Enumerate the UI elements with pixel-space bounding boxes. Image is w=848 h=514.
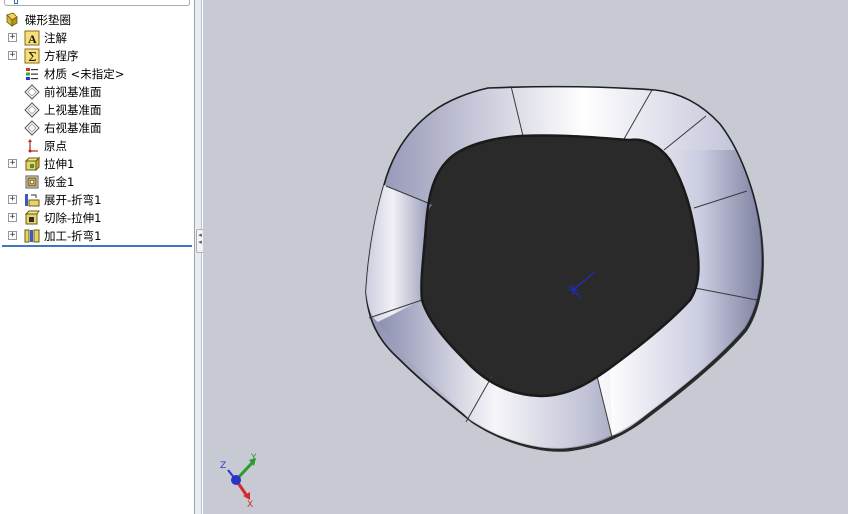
washer-model[interactable] — [365, 85, 764, 452]
tree-item-fold-bend1[interactable]: + 加工-折弯1 — [0, 227, 190, 245]
tree-item-label: 右视基准面 — [44, 121, 102, 135]
extrude-icon — [24, 156, 40, 172]
part-icon — [6, 12, 18, 27]
unfold-icon — [25, 194, 40, 207]
model-view[interactable]: Z Y X — [203, 0, 848, 514]
tree-item-label: 拉伸1 — [44, 157, 75, 171]
sheet-metal-icon — [25, 175, 39, 189]
expand-toggle[interactable]: + — [8, 213, 17, 222]
filter-box[interactable] — [4, 0, 190, 6]
axis-triad: Z Y X — [220, 453, 257, 510]
tree-item-label: 加工-折弯1 — [44, 229, 102, 243]
tree-item-label: 切除-拉伸1 — [44, 211, 102, 225]
triad-y-label: Y — [250, 453, 257, 463]
expand-toggle[interactable]: + — [8, 195, 17, 204]
tree-item-label: 前视基准面 — [44, 85, 102, 99]
pin-icon — [14, 0, 18, 4]
tree-item-label: 原点 — [44, 139, 67, 153]
plane-icon — [24, 84, 40, 100]
plane-icon — [24, 102, 40, 118]
expand-toggle[interactable]: + — [8, 231, 17, 240]
tree-item-top-plane[interactable]: 上视基准面 — [0, 101, 190, 119]
tree-item-right-plane[interactable]: 右视基准面 — [0, 119, 190, 137]
tree-item-sheet-metal1[interactable]: 钣金1 — [0, 173, 190, 191]
origin-icon — [28, 139, 38, 153]
expand-toggle[interactable]: + — [8, 159, 17, 168]
fold-icon — [24, 229, 40, 243]
svg-text:A: A — [28, 32, 37, 46]
tree-item-label: 上视基准面 — [44, 103, 102, 117]
cut-extrude-icon — [24, 210, 40, 225]
triad-x-label: X — [247, 500, 253, 510]
graphics-viewport[interactable]: Z Y X — [203, 0, 848, 514]
tree-item-cut-extrude1[interactable]: + 切除-拉伸1 — [0, 209, 190, 227]
tree-item-front-plane[interactable]: 前视基准面 — [0, 83, 190, 101]
tree-item-material[interactable]: 材质 <未指定> — [0, 65, 190, 83]
expand-toggle[interactable]: + — [8, 33, 17, 42]
rollback-bar[interactable] — [2, 245, 192, 247]
tree-item-label: 注解 — [44, 31, 67, 45]
annotations-icon: A — [24, 30, 40, 46]
panel-splitter[interactable] — [195, 0, 202, 514]
expand-toggle[interactable]: + — [8, 51, 17, 60]
tree-root-label: 碟形垫圈 — [25, 13, 71, 27]
tree-item-equations[interactable]: + Σ 方程序 — [0, 47, 190, 65]
triad-z-label: Z — [220, 461, 226, 471]
equations-icon: Σ — [24, 48, 40, 64]
material-icon — [26, 68, 38, 80]
tree-item-unfold-bend1[interactable]: + 展开-折弯1 — [0, 191, 190, 209]
tree-item-label: 钣金1 — [44, 175, 75, 189]
feature-manager-panel: 碟形垫圈 + A 注解 + Σ 方程序 材质 <未指定> 前视基准面 上视基准面… — [0, 0, 195, 514]
tree-item-label: 展开-折弯1 — [44, 193, 102, 207]
tree-item-origin[interactable]: 原点 — [0, 137, 190, 155]
tree-root-part[interactable]: 碟形垫圈 — [0, 11, 190, 29]
tree-item-label: 方程序 — [44, 49, 79, 63]
tree-item-annotations[interactable]: + A 注解 — [0, 29, 190, 47]
tree-item-extrude1[interactable]: + 拉伸1 — [0, 155, 190, 173]
svg-text:Σ: Σ — [28, 50, 36, 64]
tree-item-label: 材质 <未指定> — [44, 67, 125, 81]
plane-icon — [24, 120, 40, 136]
